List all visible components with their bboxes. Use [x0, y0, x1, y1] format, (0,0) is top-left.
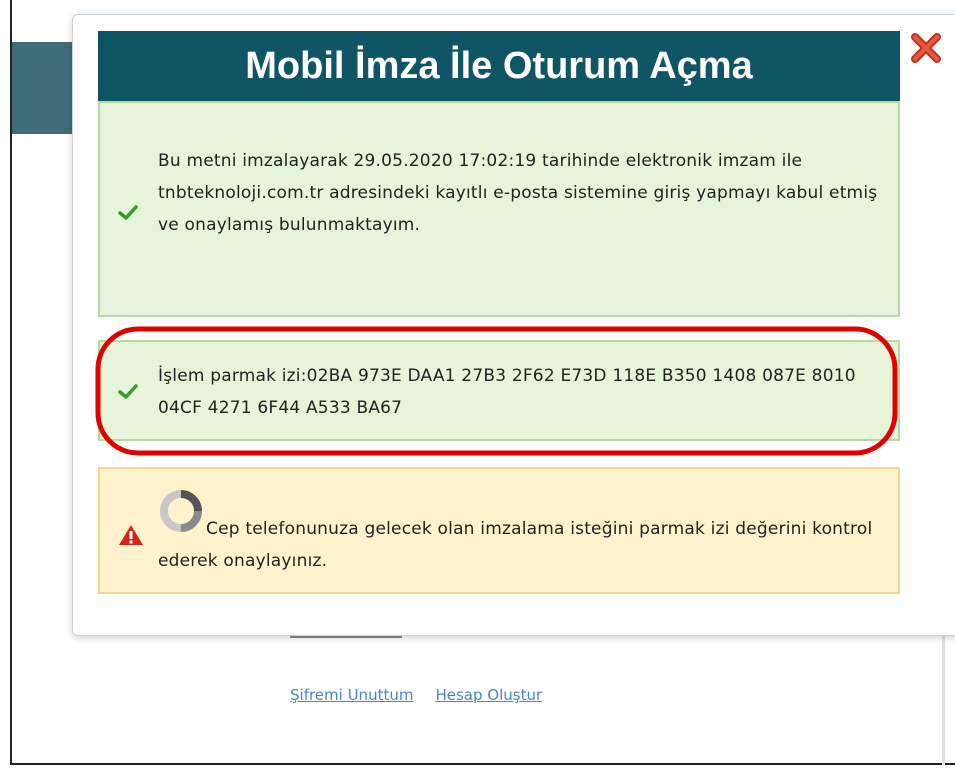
check-icon: [118, 384, 138, 399]
consent-message: Bu metni imzalayarak 29.05.2020 17:02:19…: [158, 151, 878, 235]
warning-message: Cep telefonunuza gelecek olan imzalama i…: [158, 513, 888, 577]
create-account-link[interactable]: Hesap Oluştur: [435, 686, 542, 704]
warning-message-text: Cep telefonunuza gelecek olan imzalama i…: [158, 519, 873, 571]
footer-links: Şifremi Unuttum Hesap Oluştur: [290, 686, 564, 704]
fingerprint-message: İşlem parmak izi:02BA 973E DAA1 27B3 2F6…: [158, 366, 856, 418]
background-underline: [290, 636, 402, 638]
warning-icon: [119, 525, 143, 545]
forgot-password-link[interactable]: Şifremi Unuttum: [290, 686, 413, 704]
modal-title-bar: Mobil İmza İle Oturum Açma: [98, 31, 900, 101]
check-icon: [118, 205, 138, 220]
modal-title: Mobil İmza İle Oturum Açma: [245, 44, 753, 87]
close-button[interactable]: [909, 32, 943, 64]
close-icon: [911, 33, 941, 63]
